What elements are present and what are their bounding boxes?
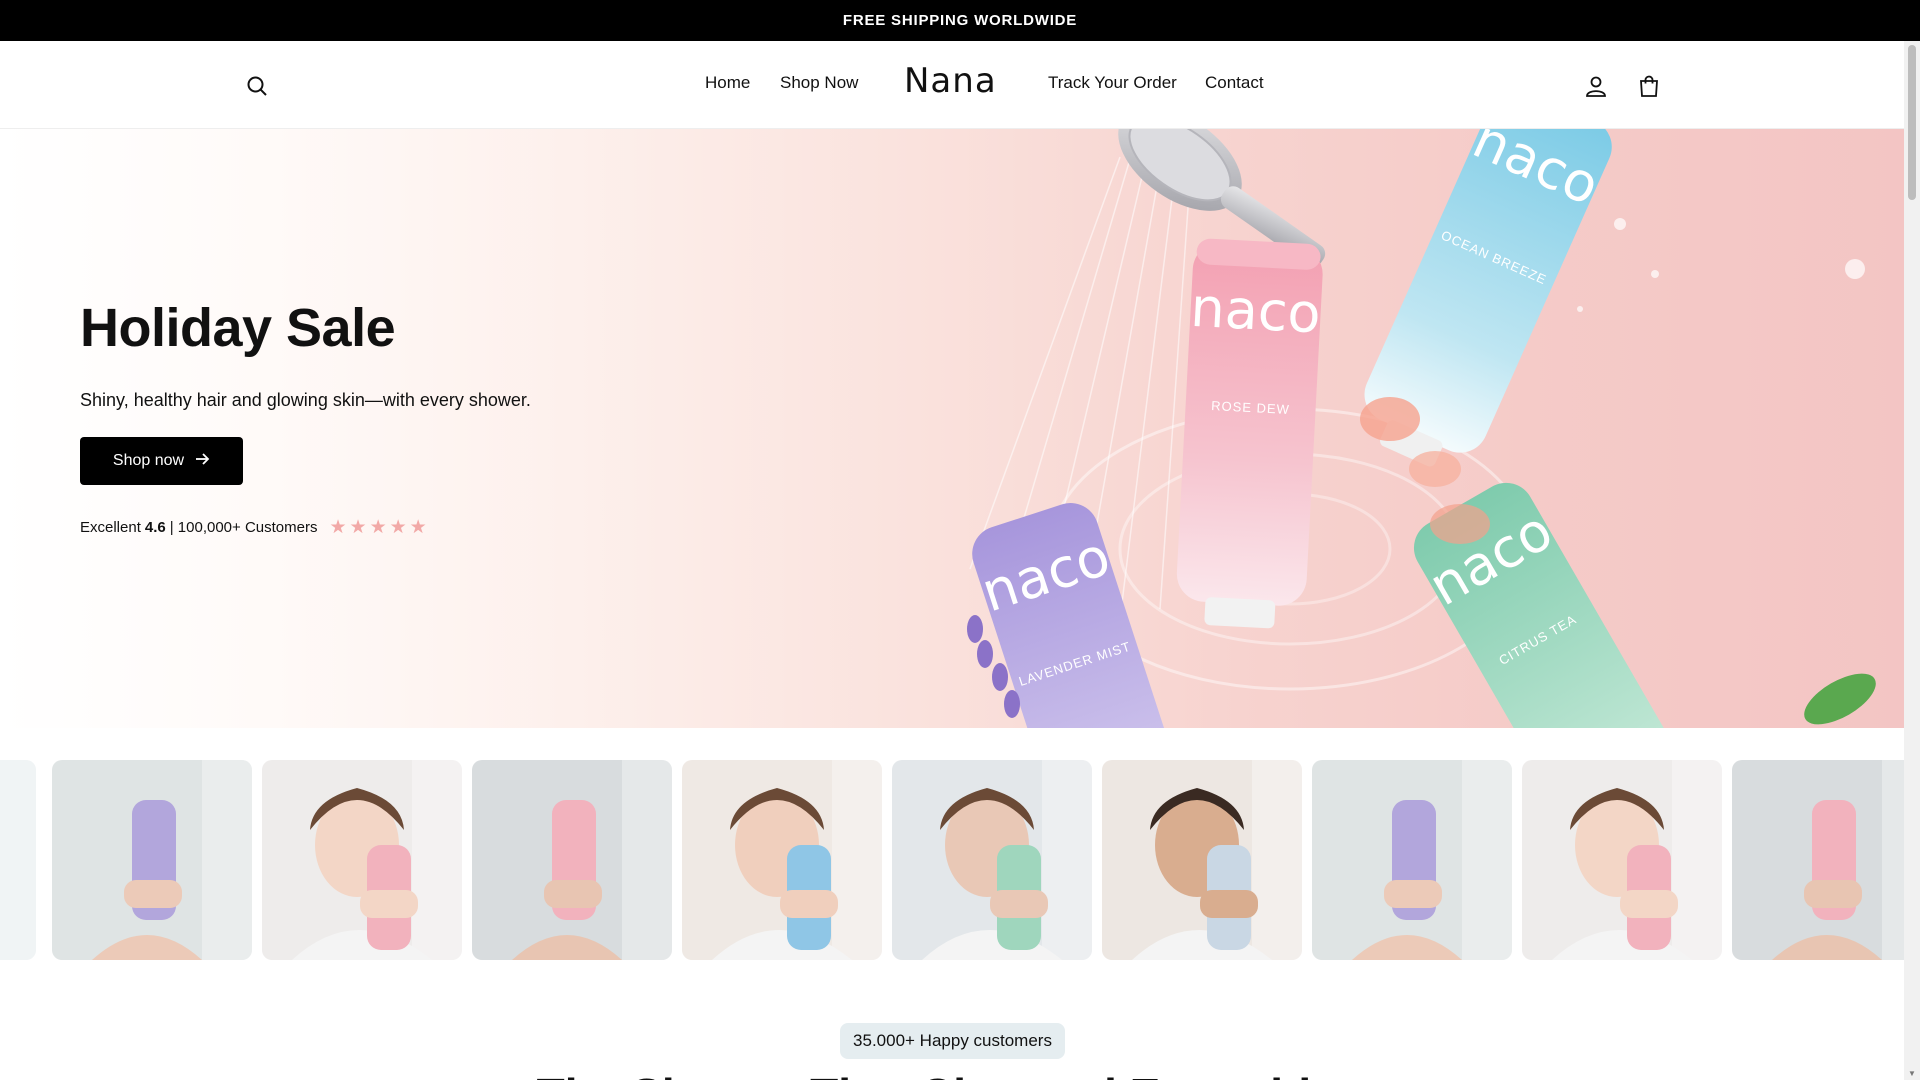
nav-shop-now[interactable]: Shop Now (780, 73, 858, 93)
gallery-photo[interactable] (262, 760, 462, 960)
account-icon[interactable] (1581, 71, 1611, 101)
star-icon: ★ (369, 517, 387, 538)
star-icon: ★ (329, 517, 347, 538)
shop-now-button[interactable]: Shop now (80, 437, 243, 485)
gallery-photo[interactable] (52, 760, 252, 960)
nav-contact[interactable]: Contact (1205, 73, 1264, 93)
gallery-photo[interactable] (1522, 760, 1722, 960)
scroll-down-icon[interactable]: ▼ (1908, 1069, 1916, 1078)
announcement-bar: FREE SHIPPING WORLDWIDE (0, 0, 1920, 41)
gallery-photo[interactable] (682, 760, 882, 960)
star-icon: ★ (389, 517, 407, 538)
logo[interactable]: Nana (904, 61, 997, 101)
gallery-photo[interactable] (1102, 760, 1302, 960)
hero-subtitle: Shiny, healthy hair and glowing skin—wit… (80, 390, 531, 410)
gallery-photo[interactable] (1312, 760, 1512, 960)
page-scrollbar[interactable]: ▼ (1904, 41, 1920, 1080)
rating-score: 4.6 (144, 519, 166, 536)
section-heading: The Shower That Changed Everything (0, 1068, 1904, 1080)
rating-stars: ★ ★ ★ ★ ★ (329, 518, 426, 537)
hero-banner: naco ROSE DEW naco OCEAN BREEZE naco LAV… (0, 129, 1904, 728)
badge-text: 35.000+ Happy customers (853, 1031, 1052, 1050)
gallery-photo[interactable] (472, 760, 672, 960)
arrow-right-icon (194, 451, 210, 472)
rating-summary: Excellent 4.6 | 100,000+ Customers ★ ★ ★ ★ ★ (80, 518, 427, 537)
hero-product-image: naco ROSE DEW naco OCEAN BREEZE naco LAV… (967, 129, 1876, 728)
star-icon: ★ (409, 517, 427, 538)
scrollbar-thumb[interactable] (1908, 45, 1916, 200)
shop-now-label: Shop now (112, 452, 185, 469)
happy-customers-badge: 35.000+ Happy customers (840, 1023, 1065, 1059)
cart-icon[interactable] (1634, 71, 1664, 101)
gallery-photo[interactable] (892, 760, 1092, 960)
rating-prefix: Excellent (80, 519, 141, 536)
nav-home[interactable]: Home (705, 73, 750, 93)
nav-track-order[interactable]: Track Your Order (1048, 73, 1177, 93)
gallery-photo[interactable] (1732, 760, 1904, 960)
gallery-photo[interactable] (0, 760, 36, 960)
site-header: Home Shop Now Nana Track Your Order Cont… (0, 41, 1904, 129)
search-icon[interactable] (242, 71, 272, 101)
announcement-text: FREE SHIPPING WORLDWIDE (842, 12, 1078, 29)
hero-title: Holiday Sale (80, 298, 396, 358)
star-icon: ★ (349, 517, 367, 538)
rating-suffix: | 100,000+ Customers (169, 519, 318, 536)
rose-dew-brand: naco (1189, 276, 1322, 346)
customer-gallery[interactable] (0, 760, 1904, 960)
